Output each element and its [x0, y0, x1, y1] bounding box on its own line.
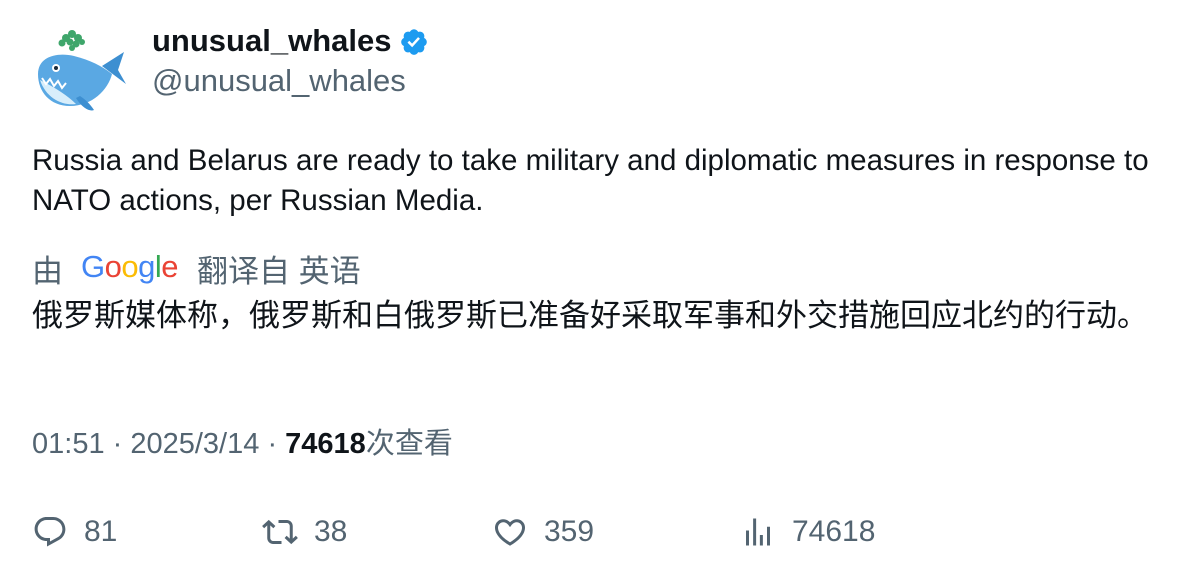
verified-badge-icon	[401, 29, 428, 55]
views-count: 74618	[285, 428, 366, 460]
meta-separator: ·	[112, 428, 131, 460]
views-button[interactable]: 74618	[740, 508, 875, 556]
tweet-meta: 01:51 · 2025/3/14 · 74618次查看	[32, 424, 453, 464]
google-logo-icon[interactable]: Google	[81, 251, 179, 285]
translated-from-label[interactable]: 翻译自 英语	[197, 246, 361, 291]
display-name-text[interactable]: unusual_whales	[152, 22, 391, 60]
translated-text: 俄罗斯媒体称，俄罗斯和白俄罗斯已准备好采取军事和外交措施回应北约的行动。	[32, 298, 1148, 333]
tweet-text: Russia and Belarus are ready to take mil…	[32, 144, 1149, 217]
author-handle[interactable]: @unusual_whales	[152, 62, 406, 100]
translation-attribution: 由 Google 翻译自 英语	[32, 246, 361, 290]
tweet-card: unusual_whales @unusual_whales Russia an…	[0, 0, 1196, 578]
analytics-icon	[746, 518, 770, 546]
author-display-name[interactable]: unusual_whales	[152, 22, 429, 60]
meta-separator: ·	[267, 428, 286, 460]
tweet-date[interactable]: 2025/3/14	[130, 428, 259, 460]
retweet-button[interactable]: 38	[262, 508, 347, 556]
svg-text:Google: Google	[81, 251, 178, 284]
action-bar: 81 38 359 74618	[0, 508, 1196, 556]
reply-icon	[34, 517, 66, 547]
whale-avatar-icon[interactable]	[32, 26, 128, 114]
translated-by-label: 由	[32, 253, 63, 289]
like-count: 359	[544, 515, 595, 548]
views-action-count: 74618	[792, 515, 876, 548]
retweet-count: 38	[314, 515, 348, 548]
like-button[interactable]: 359	[492, 508, 594, 556]
reply-count: 81	[84, 515, 118, 548]
retweet-icon	[262, 519, 298, 545]
tweet-time[interactable]: 01:51	[32, 428, 105, 460]
heart-icon	[494, 519, 526, 546]
reply-button[interactable]: 81	[32, 508, 117, 556]
views-label: 次查看	[365, 428, 453, 460]
